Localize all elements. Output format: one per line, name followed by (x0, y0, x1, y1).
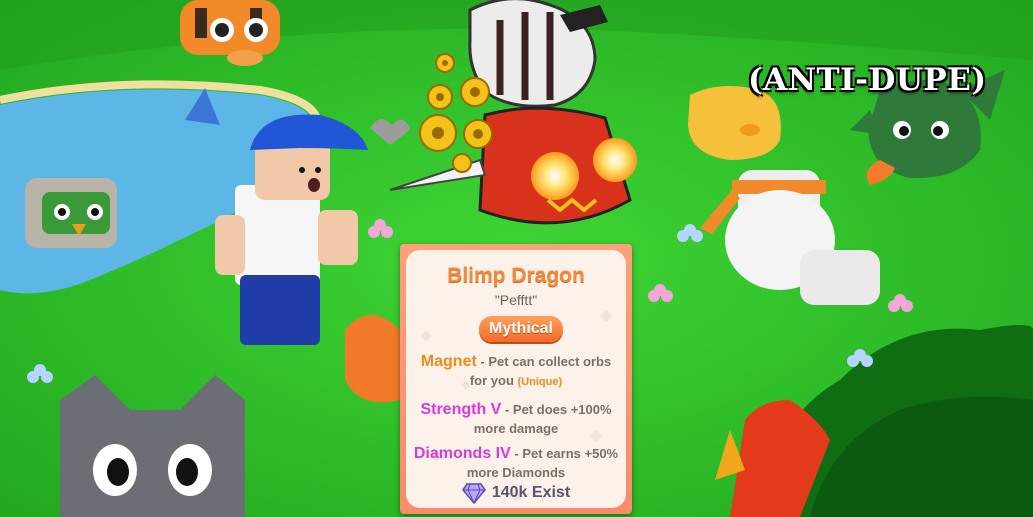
enchant-name: Strength V (420, 401, 502, 418)
rarity-badge: Mythical (479, 316, 563, 342)
exist-count: 140k Exist (491, 484, 571, 502)
anti-dupe-title: (ANTI-DUPE) (748, 62, 987, 98)
enchant-magnet: Magnet - Pet can collect orbs for you (U… (412, 352, 620, 392)
pet-info-panel: Blimp Dragon "Pefftt" Mythical Magnet - … (406, 250, 626, 508)
exist-count-row: 140k Exist (406, 482, 626, 505)
enchant-name: Diamonds IV (413, 445, 511, 462)
duck-pet (25, 178, 117, 248)
pet-name: Blimp Dragon (447, 264, 585, 287)
pet-info-card: Blimp Dragon "Pefftt" Mythical Magnet - … (400, 244, 632, 514)
enchant-diamonds: Diamonds IV - Pet earns +50% more Diamon… (412, 444, 620, 482)
game-scene: (ANTI-DUPE) Blimp Dragon "Pefftt" Mythic… (0, 0, 1033, 517)
enchant-name: Magnet (420, 353, 477, 370)
diamond-icon (461, 483, 486, 505)
enchant-unique-tag: (Unique) (517, 376, 563, 388)
pet-sound-text: "Pefftt" (494, 292, 538, 308)
enchant-strength: Strength V - Pet does +100% more damage (412, 400, 620, 438)
